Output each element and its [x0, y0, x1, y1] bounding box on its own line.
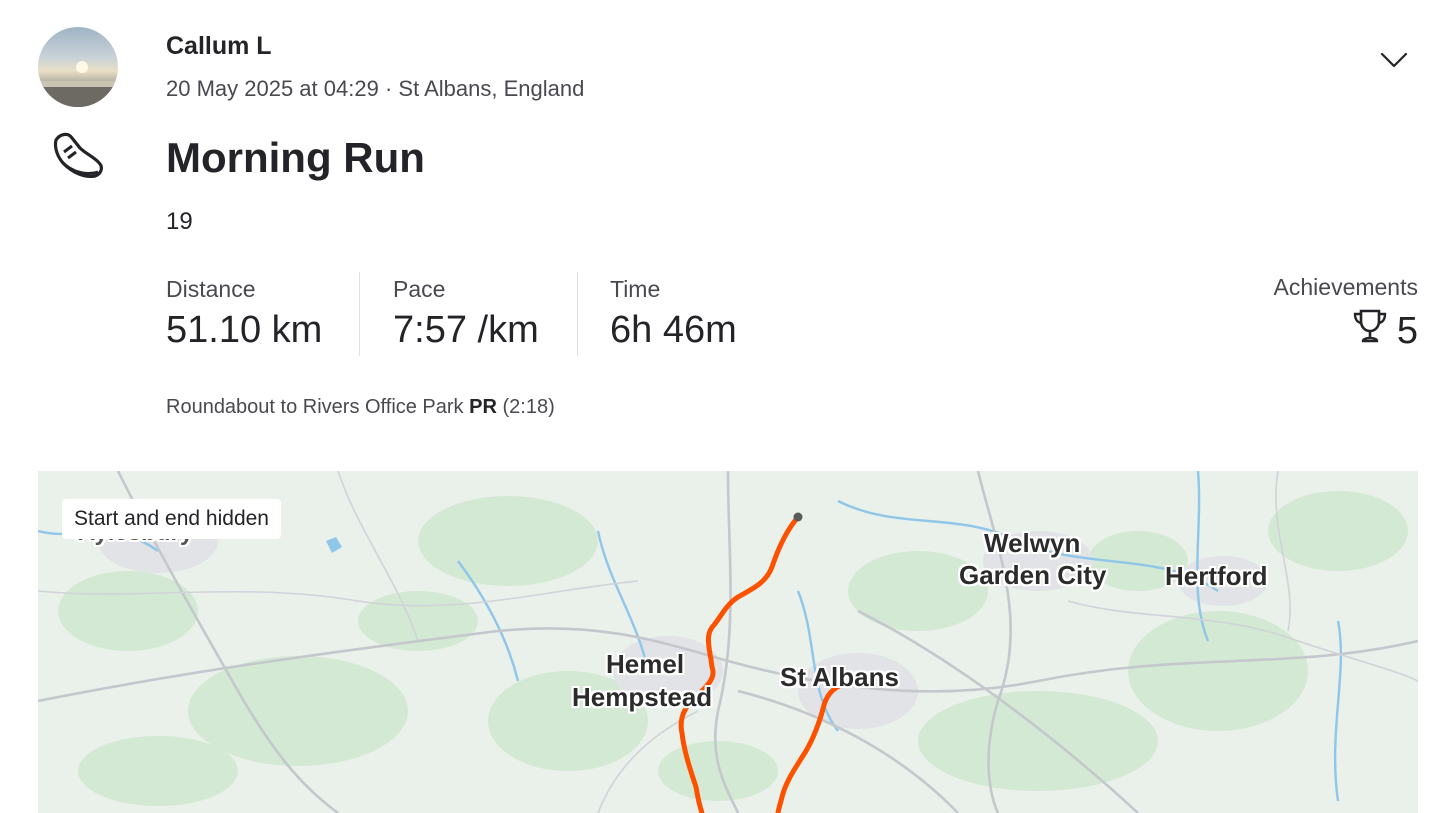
stat-time-value: 6h 46m [610, 309, 737, 351]
avatar-photo [38, 61, 118, 107]
stat-distance: Distance 51.10 km [166, 276, 322, 352]
segment-name[interactable]: Roundabout to Rivers Office Park [166, 396, 464, 418]
activity-description: 19 [166, 208, 193, 235]
achievements[interactable]: Achievements 5 [1274, 274, 1418, 355]
stat-divider [359, 272, 360, 356]
achievements-count: 5 [1396, 309, 1418, 352]
stat-pace: Pace 7:57 /km [393, 276, 539, 352]
stat-distance-label: Distance [166, 276, 256, 302]
segment-effort[interactable]: Roundabout to Rivers Office Park PR (2:1… [166, 396, 555, 419]
running-shoe-icon [50, 128, 106, 184]
chevron-down-icon[interactable] [1378, 46, 1410, 74]
map-label-st-albans: St Albans [780, 662, 899, 692]
activity-meta: 20 May 2025 at 04:29 · St Albans, Englan… [166, 76, 584, 102]
stat-time-label: Time [610, 276, 661, 302]
route-map[interactable]: Aylesbury Start and end hidden Hemel Hem… [38, 471, 1418, 813]
map-label-welwyn-2: Garden City [959, 560, 1107, 590]
map-label-welwyn-1: Welwyn [984, 528, 1081, 558]
avatar[interactable] [38, 27, 118, 107]
activity-datetime: 20 May 2025 at 04:29 [166, 76, 379, 101]
privacy-badge: Start and end hidden [62, 499, 281, 539]
activity-location: St Albans, England [398, 76, 585, 101]
route-end-marker [793, 512, 803, 522]
map-label-hertford: Hertford [1165, 561, 1268, 591]
map-label-hemel-1: Hemel [606, 649, 685, 679]
meta-separator: · [384, 76, 399, 101]
stat-distance-value: 51.10 km [166, 309, 323, 351]
achievements-label: Achievements [1273, 274, 1418, 300]
pr-badge: PR [469, 396, 497, 418]
stat-pace-value: 7:57 /km [393, 309, 539, 351]
segment-time: (2:18) [502, 396, 555, 418]
stat-pace-label: Pace [393, 276, 446, 302]
trophy-icon [1351, 307, 1389, 355]
stat-time: Time 6h 46m [610, 276, 737, 352]
stat-divider [577, 272, 578, 356]
achievements-count-row: 5 [1274, 307, 1418, 355]
athlete-name[interactable]: Callum L [166, 32, 272, 61]
map-label-hemel-2: Hempstead [572, 682, 713, 712]
activity-title: Morning Run [166, 134, 425, 181]
